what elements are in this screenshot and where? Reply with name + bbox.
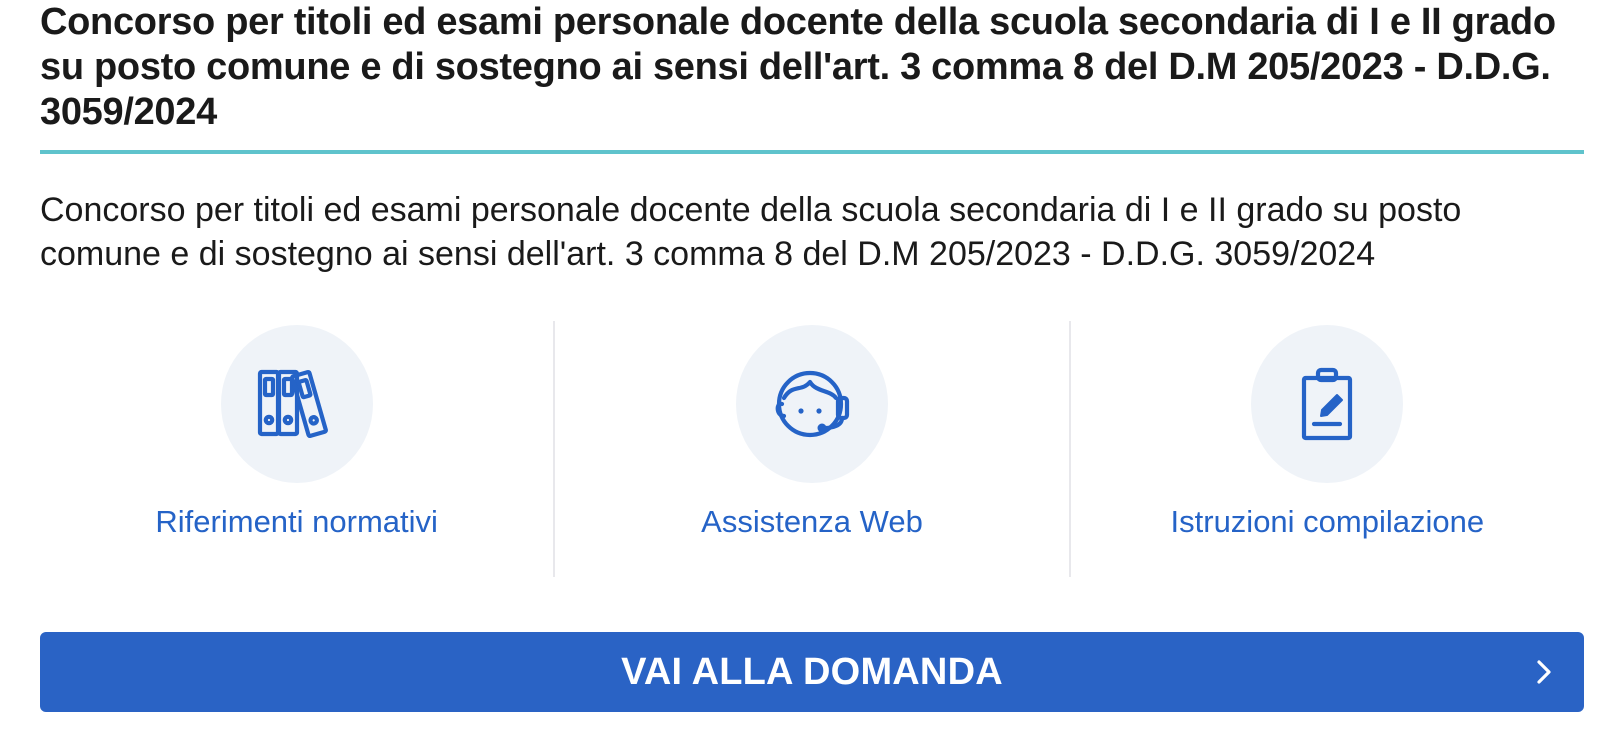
clipboard-edit-icon xyxy=(1302,367,1353,441)
binders-icon xyxy=(257,369,328,439)
page-title: Concorso per titoli ed esami personale d… xyxy=(40,1,1556,133)
card-label: Assistenza Web xyxy=(701,504,923,539)
card-assistenza-web[interactable]: Assistenza Web xyxy=(553,321,1068,577)
resource-cards: Riferimenti normativi Assistenza Web Ist… xyxy=(40,321,1584,577)
vai-alla-domanda-button[interactable]: VAI ALLA DOMANDA xyxy=(40,632,1584,712)
card-label: Istruzioni compilazione xyxy=(1170,504,1485,539)
icon-circle xyxy=(1251,325,1404,483)
page-description: Concorso per titoli ed esami personale d… xyxy=(40,191,1462,273)
icon-circle xyxy=(220,325,373,483)
cta-label: VAI ALLA DOMANDA xyxy=(621,650,1003,693)
icon-circle xyxy=(735,325,888,483)
chevron-right-icon xyxy=(1530,658,1558,686)
title-divider xyxy=(40,150,1584,154)
headset-support-icon xyxy=(775,370,850,438)
card-istruzioni-compilazione[interactable]: Istruzioni compilazione xyxy=(1068,321,1584,577)
card-riferimenti-normativi[interactable]: Riferimenti normativi xyxy=(40,321,553,577)
page: Concorso per titoli ed esami personale d… xyxy=(0,0,1616,754)
card-label: Riferimenti normativi xyxy=(155,504,438,539)
